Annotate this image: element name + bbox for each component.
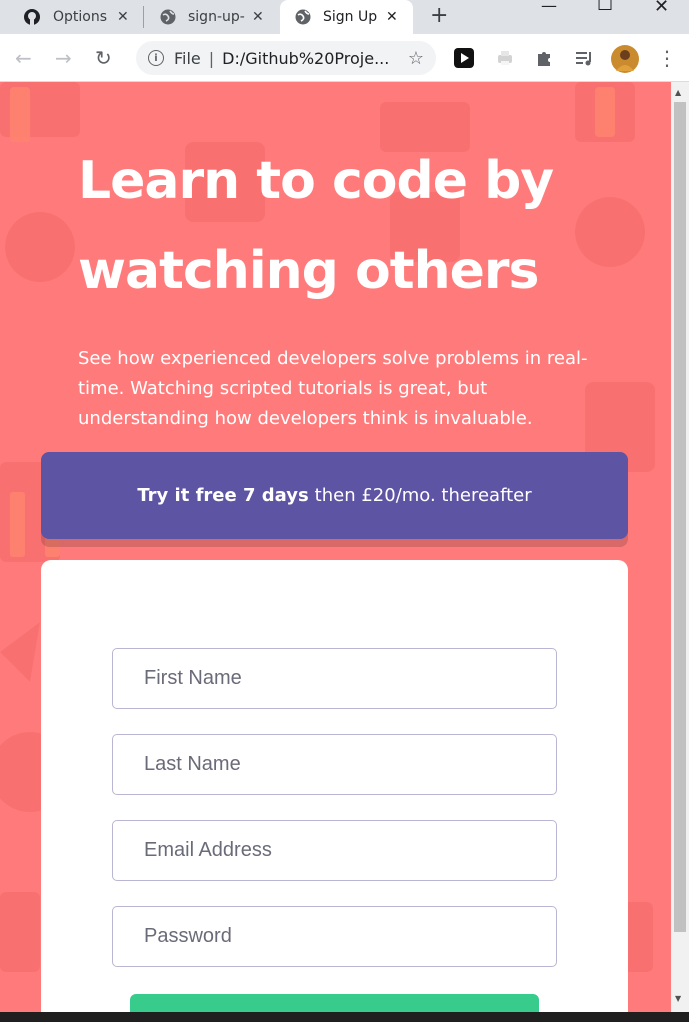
page-viewport: Learn to code by watching others See how… [0,82,671,1012]
email-field[interactable] [112,820,557,881]
scroll-up-icon[interactable]: ▲ [675,88,681,97]
media-queue-icon[interactable] [574,48,594,68]
tab-title: Options [53,9,108,25]
tab-sign-up-active[interactable]: Sign Up ✕ [280,0,413,34]
tab-title: Sign Up [323,9,378,25]
trial-price: then £20/mo. thereafter [314,485,532,506]
extensions-puzzle-icon[interactable] [535,48,555,68]
scroll-down-icon[interactable]: ▼ [675,994,681,1003]
address-divider: | [208,48,215,68]
info-icon[interactable]: i [148,50,164,66]
close-window-icon[interactable]: ✕ [654,0,669,17]
trial-highlight: Try it free 7 days [137,485,309,506]
globe-icon [295,9,311,25]
tab-strip: Options ✕ sign-up- ✕ Sign Up ✕ + — ☐ ✕ [0,0,689,34]
scheme-label: File [174,48,201,68]
claim-trial-button[interactable] [130,994,539,1012]
maximize-icon[interactable]: ☐ [597,0,613,15]
reload-icon[interactable]: ↻ [95,46,112,70]
url-text[interactable]: D:/Github%20Proje... [222,49,389,68]
close-icon[interactable]: ✕ [252,9,264,25]
tab-options[interactable]: Options ✕ [0,0,140,34]
new-tab-icon[interactable]: + [430,3,448,28]
globe-icon [160,9,176,25]
menu-kebab-icon[interactable]: ⋮ [657,46,677,70]
tab-sign-up-project[interactable]: sign-up- ✕ [144,0,280,34]
back-icon[interactable]: ← [15,46,32,70]
os-taskbar [0,1012,689,1022]
tab-title: sign-up- [188,9,245,25]
video-extension-icon[interactable] [454,48,474,68]
address-bar[interactable]: i File | D:/Github%20Proje... ☆ [136,41,436,75]
forward-icon[interactable]: → [55,46,72,70]
close-icon[interactable]: ✕ [117,9,129,25]
bookmark-star-icon[interactable]: ☆ [408,48,424,69]
minimize-icon[interactable]: — [541,0,557,15]
page-title: Learn to code by watching others [78,151,554,301]
close-icon[interactable]: ✕ [386,9,398,25]
printer-extension-icon[interactable] [495,48,515,68]
page-scrollbar[interactable]: ▲ ▼ [671,82,689,1012]
page-description: See how experienced developers solve pro… [78,348,588,429]
github-icon [24,9,40,25]
scroll-thumb[interactable] [674,102,686,932]
last-name-field[interactable] [112,734,557,795]
browser-toolbar: ← → ↻ i File | D:/Github%20Proje... ☆ ⋮ [0,34,689,82]
signup-form [41,560,628,1012]
avatar[interactable] [611,45,639,73]
trial-banner: Try it free 7 days then £20/mo. thereaft… [41,452,628,539]
first-name-field[interactable] [112,648,557,709]
password-field[interactable] [112,906,557,967]
